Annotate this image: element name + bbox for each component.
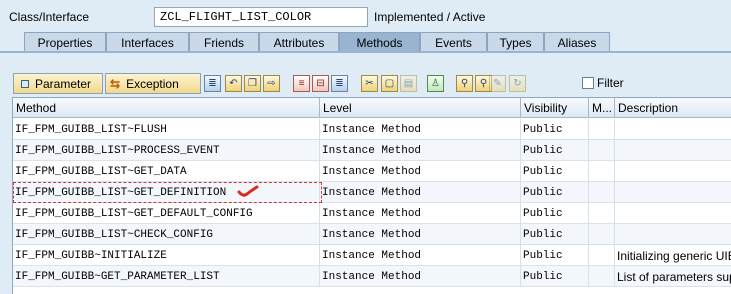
cell-m[interactable] [589, 140, 615, 161]
column-header-visibility[interactable]: Visibility [521, 98, 589, 118]
cell-description[interactable] [615, 224, 731, 245]
settings-icon[interactable]: ✎ [489, 75, 506, 92]
cell-description[interactable] [615, 182, 731, 203]
tab-aliases[interactable]: Aliases [544, 32, 610, 52]
paste-icon[interactable]: ⇨ [263, 75, 280, 92]
exception-button-label: Exception [126, 76, 179, 91]
refresh-icon[interactable]: ↻ [509, 75, 526, 92]
table-row[interactable]: IF_FPM_GUIBB_LIST~GET_DEFINITION Instance… [13, 182, 731, 203]
filter-label: Filter [597, 76, 624, 90]
tab-types[interactable]: Types [487, 32, 544, 52]
table-header: Method Level Visibility M... Description [13, 98, 731, 118]
cell-visibility[interactable]: Public [521, 266, 589, 287]
table-row[interactable]: IF_FPM_GUIBB~INITIALIZE Instance Method Pu… [13, 245, 731, 266]
parameter-button-label: Parameter [35, 76, 92, 91]
copy-row-icon[interactable]: ▢ [381, 75, 398, 92]
tab-interfaces[interactable]: Interfaces [106, 32, 189, 52]
cell-level[interactable]: Instance Method [320, 224, 521, 245]
cell-method[interactable]: IF_FPM_GUIBB_LIST~FLUSH [13, 119, 320, 140]
table-row[interactable]: IF_FPM_GUIBB~GET_PARAMETER_LIST Instance … [13, 266, 731, 287]
cell-m[interactable] [589, 245, 615, 266]
cell-level[interactable]: Instance Method [320, 245, 521, 266]
cell-visibility[interactable]: Public [521, 245, 589, 266]
insert-row-icon[interactable]: ≡ [293, 75, 310, 92]
delete-row-icon[interactable]: ⊟ [312, 75, 329, 92]
exception-button[interactable]: ⇆ Exception [105, 73, 201, 94]
cell-method[interactable]: IF_FPM_GUIBB_LIST~GET_DEFAULT_CONFIG [13, 203, 320, 224]
cell-method[interactable]: IF_FPM_GUIBB_LIST~CHECK_CONFIG [13, 224, 320, 245]
cell-method[interactable]: IF_FPM_GUIBB_LIST~GET_DEFINITION [13, 182, 320, 203]
cell-level[interactable]: Instance Method [320, 161, 521, 182]
cell-visibility[interactable]: Public [521, 203, 589, 224]
cell-level[interactable]: Instance Method [320, 140, 521, 161]
cell-description[interactable] [615, 119, 731, 140]
undo-icon[interactable]: ↶ [225, 75, 242, 92]
copy-icon[interactable]: ❐ [244, 75, 261, 92]
red-checkmark-annotation [237, 185, 259, 197]
table-row[interactable]: IF_FPM_GUIBB_LIST~GET_DATA Instance Metho… [13, 161, 731, 182]
cell-level[interactable]: Instance Method [320, 266, 521, 287]
cell-description[interactable]: List of parameters sup [615, 266, 731, 287]
parameter-button[interactable]: Parameter [13, 73, 103, 94]
cell-level[interactable]: Instance Method [320, 119, 521, 140]
parameter-icon [21, 79, 29, 88]
cell-visibility[interactable]: Public [521, 182, 589, 203]
cell-level[interactable]: Instance Method [320, 203, 521, 224]
cell-m[interactable] [589, 266, 615, 287]
cell-visibility[interactable]: Public [521, 119, 589, 140]
class-interface-label: Class/Interface [9, 10, 90, 24]
cell-description[interactable] [615, 203, 731, 224]
cell-description[interactable] [615, 161, 731, 182]
cut-icon[interactable]: ✂ [361, 75, 378, 92]
tab-attributes[interactable]: Attributes [259, 32, 339, 52]
class-header: Class/Interface ZCL_FLIGHT_LIST_COLOR Im… [0, 0, 731, 30]
cell-visibility[interactable]: Public [521, 161, 589, 182]
exception-icon: ⇆ [110, 76, 121, 91]
cell-m[interactable] [589, 182, 615, 203]
cell-description[interactable] [615, 140, 731, 161]
details-icon[interactable]: ≣ [331, 75, 348, 92]
tab-events[interactable]: Events [420, 32, 487, 52]
filter-checkbox-box[interactable] [582, 77, 594, 89]
tab-properties[interactable]: Properties [24, 32, 106, 52]
cell-m[interactable] [589, 119, 615, 140]
source-code-icon[interactable]: ≣ [204, 75, 221, 92]
column-header-method[interactable]: Method [13, 98, 320, 118]
cell-m[interactable] [589, 161, 615, 182]
class-name-field[interactable]: ZCL_FLIGHT_LIST_COLOR [154, 7, 368, 27]
cell-method[interactable]: IF_FPM_GUIBB_LIST~PROCESS_EVENT [13, 140, 320, 161]
cell-description[interactable]: Initializing generic UIB [615, 245, 731, 266]
table-body: IF_FPM_GUIBB_LIST~FLUSH Instance Method Pu… [13, 119, 731, 294]
class-status: Implemented / Active [374, 10, 486, 24]
sort-icon[interactable]: ♙ [427, 75, 444, 92]
find-icon[interactable]: ⚲ [456, 75, 473, 92]
cell-m[interactable] [589, 203, 615, 224]
cell-method[interactable]: IF_FPM_GUIBB~INITIALIZE [13, 245, 320, 266]
filter-checkbox[interactable]: Filter [582, 76, 624, 90]
tab-strip: Properties Interfaces Friends Attributes… [0, 30, 731, 52]
column-header-description[interactable]: Description [615, 98, 731, 118]
table-row[interactable]: IF_FPM_GUIBB_LIST~FLUSH Instance Method Pu… [13, 119, 731, 140]
cell-visibility[interactable]: Public [521, 140, 589, 161]
tab-friends[interactable]: Friends [189, 32, 259, 52]
methods-panel: Parameter ⇆ Exception ≣ ↶ ❐ ⇨ ≡ ⊟ ≣ ✂ ▢ … [0, 53, 731, 294]
cell-method[interactable]: IF_FPM_GUIBB~GET_PARAMETER_LIST [13, 266, 320, 287]
column-header-m[interactable]: M... [589, 98, 615, 118]
table-row[interactable]: IF_FPM_GUIBB_LIST~PROCESS_EVENT Instance … [13, 140, 731, 161]
cell-m[interactable] [589, 224, 615, 245]
column-header-level[interactable]: Level [320, 98, 521, 118]
methods-table: Method Level Visibility M... Description… [12, 97, 731, 294]
cell-level[interactable]: Instance Method [320, 182, 521, 203]
cell-visibility[interactable]: Public [521, 224, 589, 245]
table-row[interactable]: IF_FPM_GUIBB_LIST~CHECK_CONFIG Instance M… [13, 224, 731, 245]
cell-method[interactable]: IF_FPM_GUIBB_LIST~GET_DATA [13, 161, 320, 182]
table-row[interactable]: IF_FPM_GUIBB_LIST~GET_DEFAULT_CONFIG Inst… [13, 203, 731, 224]
tab-methods[interactable]: Methods [339, 32, 420, 52]
paste-row-icon[interactable]: ▤ [400, 75, 417, 92]
